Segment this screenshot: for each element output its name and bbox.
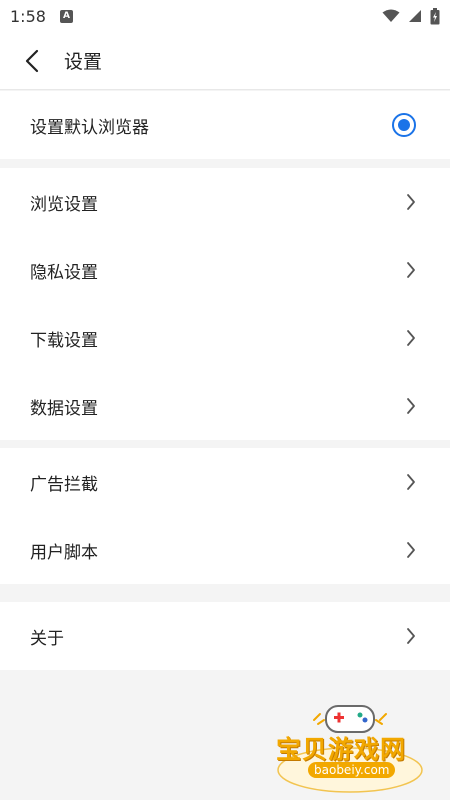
signal-icon — [409, 10, 421, 22]
chevron-left-icon — [25, 49, 39, 72]
settings-group-3: 关于 — [0, 602, 450, 670]
set-default-browser-row[interactable]: 设置默认浏览器 — [0, 91, 450, 159]
chevron-right-icon — [404, 396, 418, 416]
chevron-right-icon — [404, 472, 418, 492]
settings-item-label: 数据设置 — [30, 398, 98, 419]
settings-item-label: 浏览设置 — [30, 194, 98, 215]
settings-item-user-scripts[interactable]: 用户脚本 — [0, 516, 450, 584]
chevron-right-icon — [404, 626, 418, 646]
chevron-right-icon — [404, 540, 418, 560]
status-left: 1:58 A — [10, 7, 73, 26]
settings-group-1: 浏览设置 隐私设置 下载设置 数据设置 — [0, 168, 450, 440]
chevron-right-icon — [404, 328, 418, 348]
app-bar: 设置 — [0, 32, 450, 90]
chevron-right-icon — [404, 260, 418, 280]
watermark-url: baobeiy.com — [308, 762, 396, 778]
watermark-text: 宝贝游戏网 — [276, 735, 407, 764]
settings-item-label: 广告拦截 — [30, 474, 98, 495]
wifi-icon — [382, 9, 400, 22]
settings-item-data[interactable]: 数据设置 — [0, 372, 450, 440]
set-default-browser-label: 设置默认浏览器 — [30, 117, 149, 138]
settings-item-label: 关于 — [30, 628, 64, 649]
battery-icon — [430, 7, 440, 24]
radio-selected-dot — [398, 119, 410, 131]
status-time: 1:58 — [10, 6, 46, 26]
page-title: 设置 — [64, 51, 103, 73]
settings-item-label: 隐私设置 — [30, 262, 98, 283]
status-bar: 1:58 A — [0, 0, 450, 32]
status-right — [382, 7, 440, 25]
settings-item-label: 下载设置 — [30, 330, 98, 351]
default-browser-group: 设置默认浏览器 — [0, 91, 450, 159]
watermark-logo: 宝贝游戏网 baobeiy.com — [270, 700, 430, 795]
settings-item-ad-block[interactable]: 广告拦截 — [0, 448, 450, 516]
default-browser-radio[interactable] — [392, 113, 416, 137]
notification-icon: A — [59, 9, 73, 23]
settings-item-label: 用户脚本 — [30, 542, 98, 563]
settings-item-download[interactable]: 下载设置 — [0, 304, 450, 372]
settings-item-about[interactable]: 关于 — [0, 602, 450, 670]
settings-item-privacy[interactable]: 隐私设置 — [0, 236, 450, 304]
back-button[interactable] — [0, 32, 64, 90]
settings-item-browsing[interactable]: 浏览设置 — [0, 168, 450, 236]
settings-group-2: 广告拦截 用户脚本 — [0, 448, 450, 584]
chevron-right-icon — [404, 192, 418, 212]
